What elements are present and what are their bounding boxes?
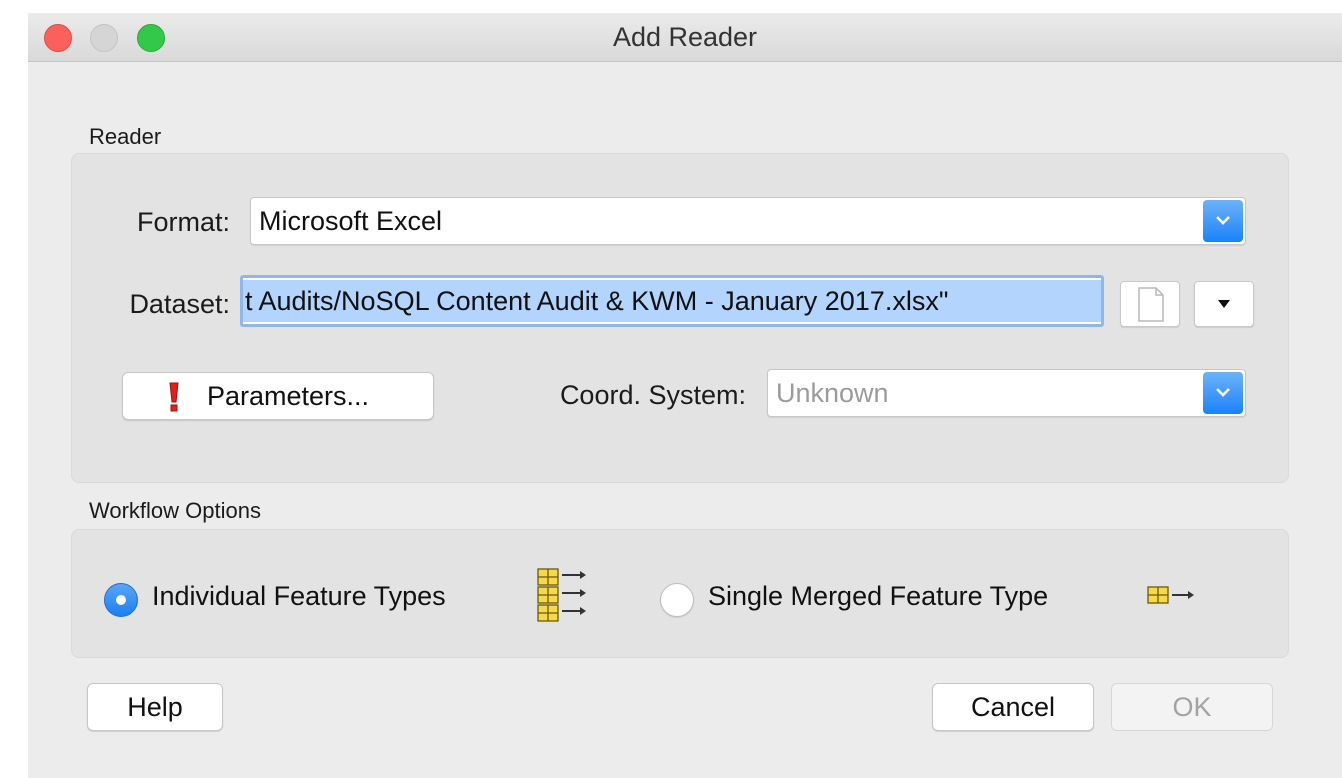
format-combo[interactable]: Microsoft Excel [250, 197, 1246, 245]
window-title: Add Reader [612, 22, 758, 52]
help-button[interactable]: Help [87, 683, 223, 731]
individual-feature-types-label[interactable]: Individual Feature Types [152, 581, 446, 612]
warning-exclamation-icon [169, 382, 179, 412]
dataset-input[interactable]: t Audits/NoSQL Content Audit & KWM - Jan… [240, 275, 1104, 327]
ok-button[interactable]: OK [1111, 683, 1273, 731]
workflow-section-label: Workflow Options [89, 498, 261, 523]
dataset-value: t Audits/NoSQL Content Audit & KWM - Jan… [243, 280, 1101, 322]
browse-file-button[interactable] [1120, 281, 1180, 327]
cancel-button[interactable]: Cancel [932, 683, 1094, 731]
format-value: Microsoft Excel [259, 206, 443, 236]
add-reader-dialog: Add Reader Reader Format: Microsoft Exce… [28, 13, 1342, 778]
chevron-down-icon [1216, 388, 1230, 397]
single-merged-feature-type-label[interactable]: Single Merged Feature Type [708, 581, 1048, 612]
document-icon [1138, 287, 1164, 322]
coord-system-label: Coord. System: [559, 380, 746, 410]
format-label: Format: [136, 207, 230, 237]
multiple-tables-arrow-icon [537, 568, 586, 622]
coord-system-value: Unknown [776, 378, 889, 408]
coord-system-combo[interactable]: Unknown [767, 369, 1246, 417]
individual-feature-types-radio[interactable] [104, 583, 138, 617]
dataset-options-dropdown-button[interactable] [1194, 281, 1254, 327]
coord-system-dropdown-arrow[interactable] [1203, 372, 1243, 414]
format-dropdown-arrow[interactable] [1203, 200, 1243, 242]
triangle-down-icon [1218, 300, 1230, 308]
single-merged-feature-type-radio[interactable] [660, 583, 694, 617]
single-table-arrow-icon [1147, 586, 1194, 604]
dataset-label: Dataset: [129, 289, 230, 319]
title-bar: Add Reader [28, 13, 1342, 62]
reader-section-label: Reader [89, 124, 162, 149]
parameters-button-label: Parameters... [207, 381, 370, 411]
parameters-button[interactable]: Parameters... [122, 372, 434, 420]
chevron-down-icon [1216, 216, 1230, 225]
